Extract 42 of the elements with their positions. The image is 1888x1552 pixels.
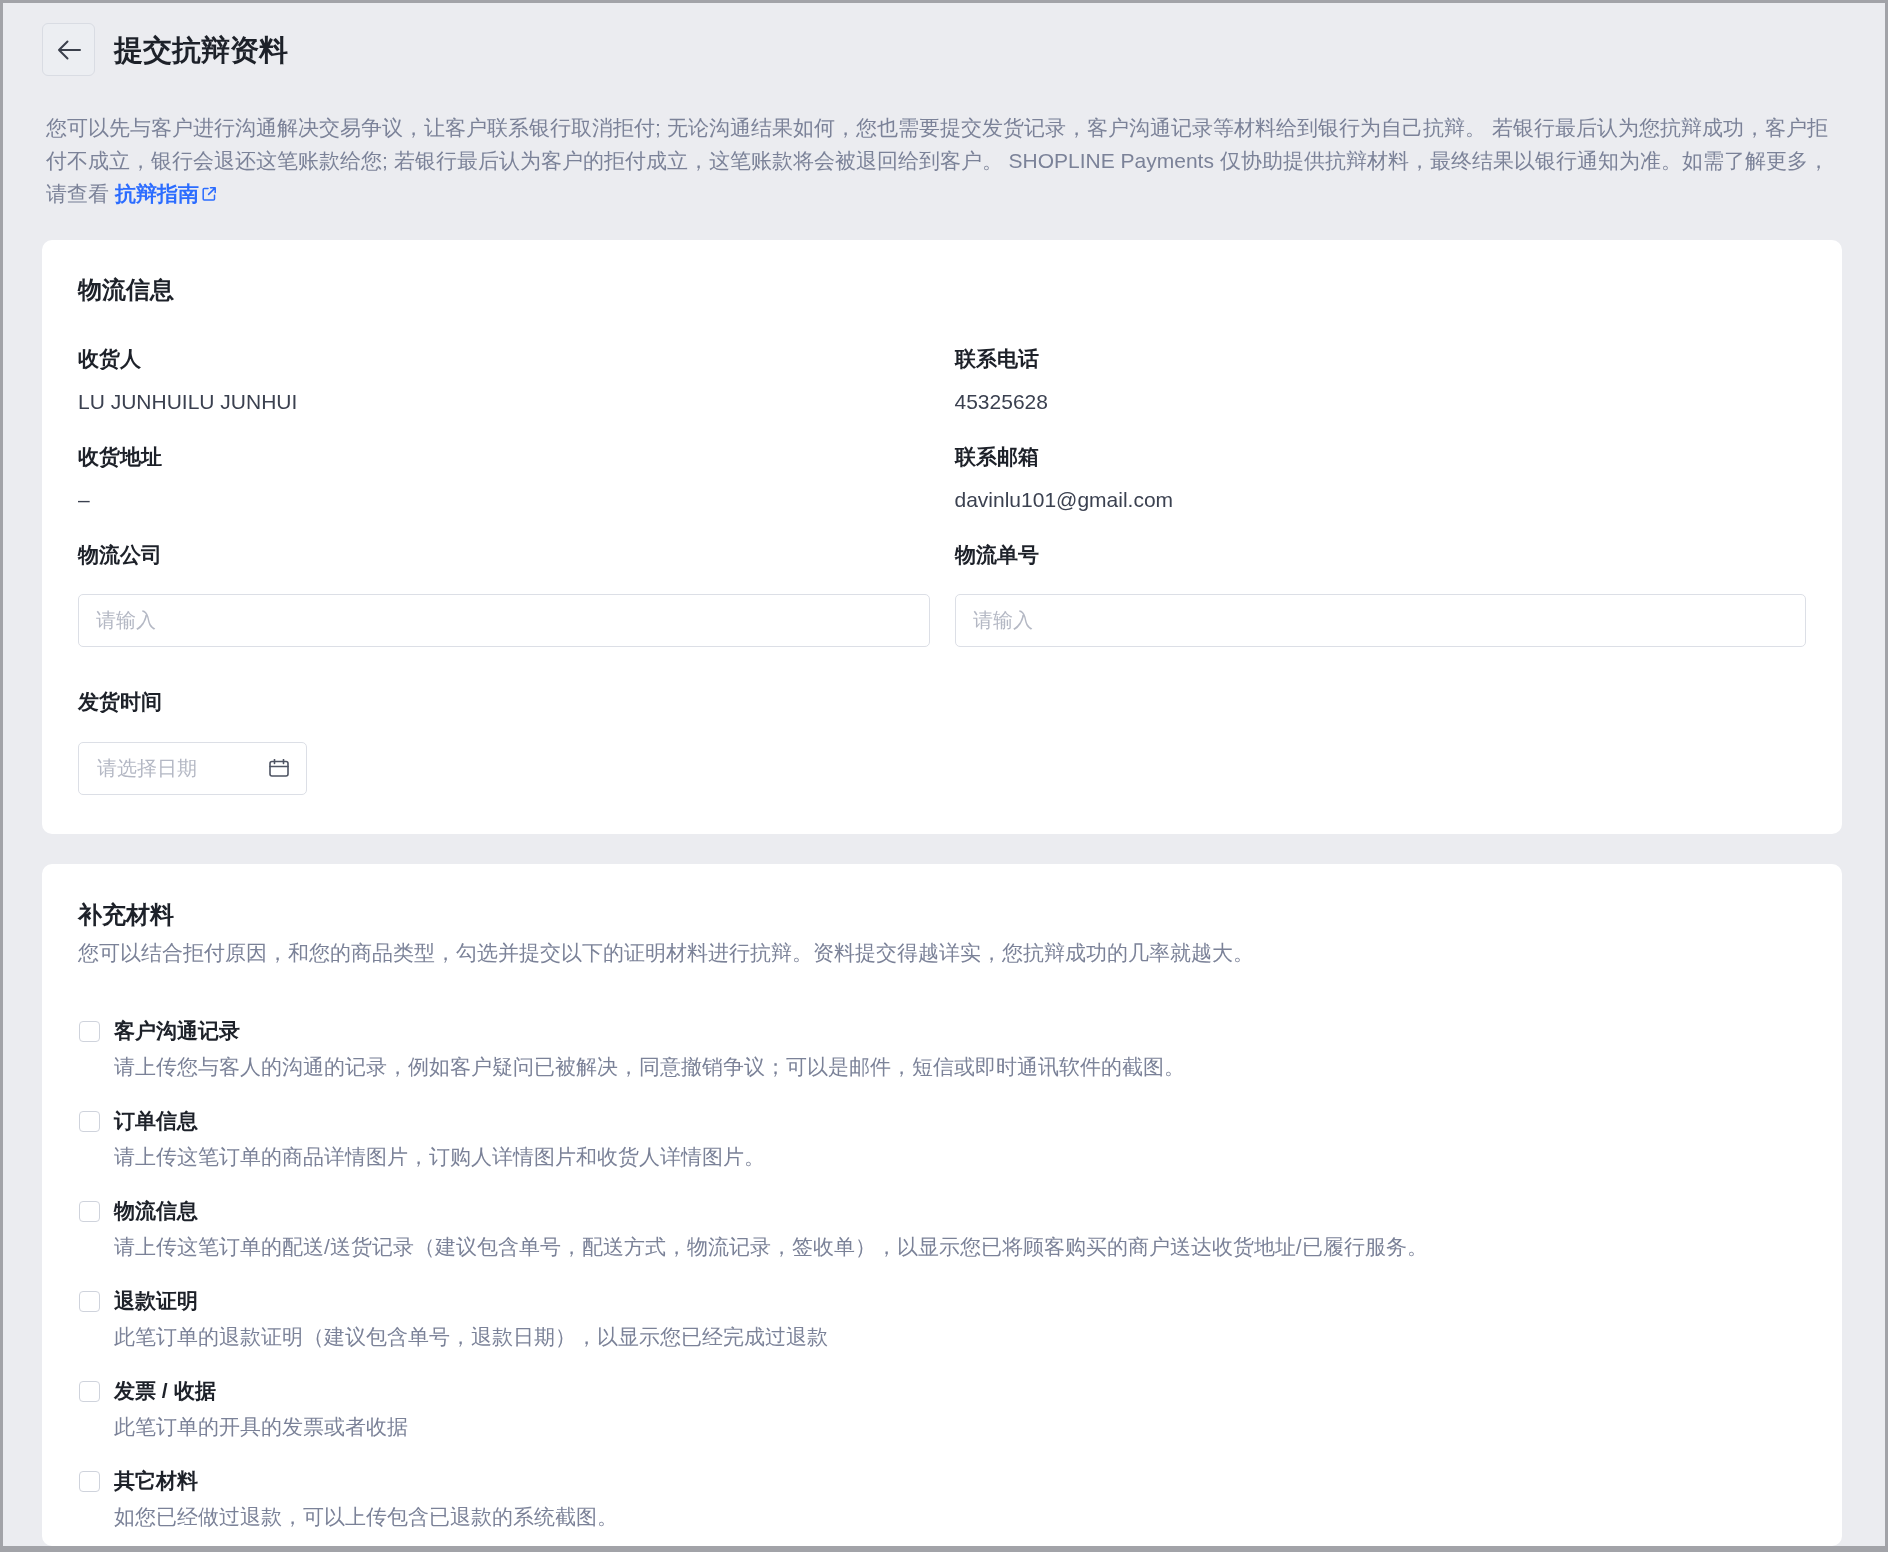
section-title: 物流信息 bbox=[78, 276, 174, 304]
section-description: 您可以结合拒付原因，和您的商品类型，勾选并提交以下的证明材料进行抗辩。资料提交得越详实，您抗辩成功的几率就越大。 bbox=[78, 940, 1255, 966]
section-title: 补充材料 bbox=[78, 901, 174, 929]
guide-link[interactable]: 抗辩指南 bbox=[114, 182, 217, 205]
field-value: davinlu101@gmail.com bbox=[954, 487, 1174, 513]
material-title: 物流信息 bbox=[114, 1198, 198, 1224]
field-value: 45325628 bbox=[954, 389, 1048, 415]
intro-text: 您可以先与客户进行沟通解决交易争议，让客户联系银行取消拒付; 无论沟通结果如何，您也需要提交发货记录，客户沟通记录等材料给到银行为自己抗辩。 若银行最后认为您抗辩成功，客户拒付不成立，银行会退还这笔账款给您; 若银行最后认为客户的拒付成立，这笔账款将会被退回给到客户。 SHOPLINE Payments 仅协助提供抗辩材料，最终结果以银行通知为准。如需了解更多，请查看 抗辩指南 bbox=[46, 115, 1830, 207]
material-description: 请上传这笔订单的配送/送货记录（建议包含单号，配送方式，物流记录，签收单），以显示您已将顾客购买的商户送达收货地址/已履行服务。 bbox=[114, 1234, 1428, 1260]
checkbox[interactable] bbox=[79, 1020, 100, 1042]
field-label: 物流单号 bbox=[954, 542, 1039, 568]
date-picker-field[interactable]: 请选择日期 bbox=[78, 742, 307, 795]
field-label: 发货时间 bbox=[78, 689, 162, 715]
field-label: 收货地址 bbox=[78, 444, 162, 470]
material-description: 如您已经做过退款，可以上传包含已退款的系统截图。 bbox=[114, 1504, 618, 1530]
input-field[interactable]: 请输入 bbox=[954, 594, 1806, 647]
field-label: 物流公司 bbox=[78, 542, 162, 568]
field-value: LU JUNHUILU JUNHUI bbox=[78, 389, 298, 415]
checkbox[interactable] bbox=[79, 1470, 100, 1492]
checkbox[interactable] bbox=[79, 1110, 100, 1132]
calendar-icon bbox=[269, 759, 289, 777]
input-field[interactable]: 请输入 bbox=[78, 594, 930, 647]
material-description: 请上传这笔订单的商品详情图片，订购人详情图片和收货人详情图片。 bbox=[114, 1144, 765, 1170]
checkbox[interactable] bbox=[79, 1380, 100, 1402]
checkbox[interactable] bbox=[79, 1290, 100, 1312]
material-title: 其它材料 bbox=[114, 1468, 198, 1494]
material-title: 客户沟通记录 bbox=[114, 1018, 240, 1044]
material-title: 退款证明 bbox=[114, 1288, 198, 1314]
material-title: 订单信息 bbox=[114, 1108, 198, 1134]
material-description: 请上传您与客人的沟通的记录，例如客户疑问已被解决，同意撤销争议；可以是邮件，短信或即时通讯软件的截图。 bbox=[114, 1054, 1185, 1080]
field-label: 联系邮箱 bbox=[954, 444, 1039, 470]
external-link-icon bbox=[200, 186, 217, 202]
back-button[interactable] bbox=[42, 23, 95, 76]
checkbox[interactable] bbox=[79, 1200, 100, 1222]
field-label: 联系电话 bbox=[954, 346, 1039, 372]
arrow-left-icon bbox=[56, 39, 81, 60]
material-description: 此笔订单的退款证明（建议包含单号，退款日期），以显示您已经完成过退款 bbox=[114, 1324, 828, 1350]
material-description: 此笔订单的开具的发票或者收据 bbox=[114, 1414, 408, 1440]
field-label: 收货人 bbox=[78, 346, 141, 372]
field-value: – bbox=[78, 487, 90, 513]
material-title: 发票 / 收据 bbox=[114, 1378, 216, 1404]
page-title: 提交抗辩资料 bbox=[114, 32, 288, 68]
